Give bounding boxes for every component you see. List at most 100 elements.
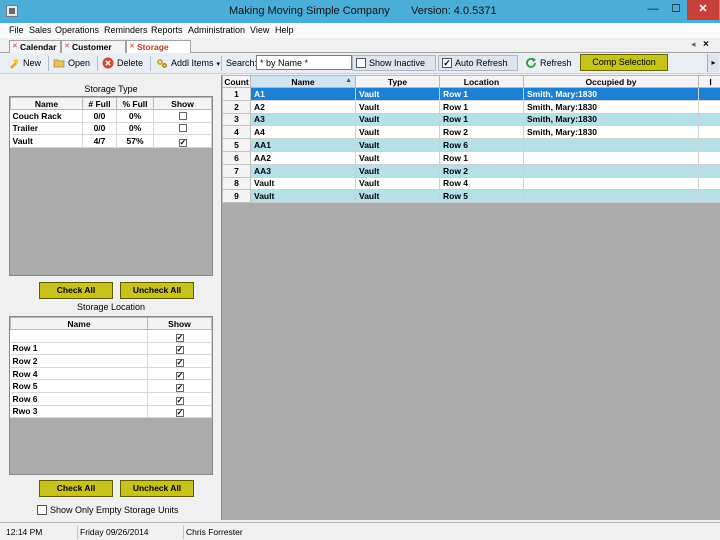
table-row[interactable] <box>10 329 212 343</box>
show-only-empty-checkbox[interactable]: Show Only Empty Storage Units <box>37 504 179 516</box>
table-row[interactable]: 8 Vault Vault Row 4 <box>222 176 720 191</box>
show-checkbox[interactable] <box>175 396 184 405</box>
show-checkbox[interactable] <box>175 384 184 393</box>
show-checkbox-cell <box>147 379 212 393</box>
show-checkbox[interactable] <box>178 138 187 147</box>
delete-button[interactable]: Delete <box>102 56 143 71</box>
show-inactive-check[interactable] <box>356 57 366 68</box>
column-header-count[interactable]: Count <box>222 75 251 88</box>
storage-units-grid: Count Name ▲ Type Location Occupied by I … <box>221 75 720 520</box>
menu-file[interactable]: File <box>9 25 24 35</box>
table-row[interactable]: Rwo 3 <box>10 405 212 419</box>
show-checkbox[interactable] <box>175 371 184 380</box>
column-header-name[interactable]: Name <box>10 317 148 330</box>
row-count: 6 <box>222 150 251 165</box>
tab-customer-list[interactable]: ✕ Customer List <box>61 40 126 64</box>
tab-calendar[interactable]: ✕ Calendar <box>9 40 61 53</box>
row-count: 2 <box>222 99 251 114</box>
unit-occupied-by <box>523 177 699 191</box>
unit-extra <box>698 189 720 204</box>
column-header-full[interactable]: # Full <box>82 97 117 110</box>
table-row[interactable]: 4 A4 Vault Row 2 Smith, Mary:1830 <box>222 125 720 140</box>
menu-reminders[interactable]: Reminders <box>104 25 148 35</box>
storage-type-pct: 0% <box>116 109 154 123</box>
show-only-empty-check[interactable] <box>37 504 47 515</box>
addl-items-button[interactable]: Addl Items ▾ <box>156 56 220 71</box>
column-header-name[interactable]: Name ▲ <box>250 75 356 88</box>
unit-occupied-by <box>523 151 699 165</box>
show-checkbox-cell <box>153 122 212 136</box>
table-row[interactable]: Row 6 <box>10 392 212 406</box>
table-row[interactable]: Row 5 <box>10 379 212 393</box>
table-row[interactable]: Row 1 <box>10 342 212 356</box>
new-button[interactable]: New <box>8 56 41 71</box>
storage-type-name: Trailer <box>10 122 83 136</box>
toolbar-overflow-icon[interactable]: ▸ <box>707 54 719 72</box>
close-tab-icon[interactable]: × <box>703 39 709 50</box>
row-count: 8 <box>222 176 251 191</box>
show-checkbox[interactable] <box>175 409 184 418</box>
table-row[interactable]: 5 AA1 Vault Row 6 <box>222 138 720 152</box>
app-icon[interactable] <box>6 5 18 17</box>
show-checkbox[interactable] <box>175 358 184 367</box>
column-header-pct-full[interactable]: % Full <box>116 97 154 110</box>
menu-sales[interactable]: Sales <box>29 25 52 35</box>
auto-refresh-checkbox[interactable]: Auto Refresh <box>438 55 518 71</box>
column-header-show[interactable]: Show <box>153 97 212 110</box>
table-row[interactable]: Couch Rack 0/0 0% <box>10 109 212 123</box>
close-button[interactable]: ✕ <box>687 0 719 20</box>
unit-occupied-by <box>523 138 699 152</box>
show-checkbox[interactable] <box>178 124 187 133</box>
refresh-button[interactable]: Refresh <box>525 56 572 71</box>
auto-refresh-check[interactable] <box>442 57 452 68</box>
table-row[interactable]: 2 A2 Vault Row 1 Smith, Mary:1830 <box>222 99 720 114</box>
row-count: 7 <box>222 163 251 178</box>
open-button[interactable]: Open <box>53 56 90 71</box>
menu-view[interactable]: View <box>250 25 269 35</box>
search-input[interactable] <box>256 55 352 70</box>
column-header-location[interactable]: Location <box>439 75 524 88</box>
table-row[interactable]: 6 AA2 Vault Row 1 <box>222 150 720 165</box>
menu-operations[interactable]: Operations <box>55 25 99 35</box>
storage-location-uncheck-all-button[interactable]: Uncheck All <box>120 480 194 497</box>
show-inactive-checkbox[interactable]: Show Inactive <box>352 55 436 71</box>
table-row[interactable]: Trailer 0/0 0% <box>10 122 212 136</box>
location-name: Row 2 <box>10 354 148 368</box>
show-checkbox[interactable] <box>175 346 184 355</box>
menu-reports[interactable]: Reports <box>151 25 183 35</box>
tab-close-icon[interactable]: ✕ <box>64 41 70 53</box>
comp-selection-button[interactable]: Comp Selection <box>580 54 668 71</box>
column-header-show[interactable]: Show <box>147 317 212 330</box>
tab-storage-units[interactable]: ✕ Storage Units <box>126 40 191 64</box>
maximize-button[interactable]: ☐ <box>663 0 689 20</box>
show-checkbox-cell <box>147 392 212 406</box>
table-row[interactable]: Row 2 <box>10 354 212 368</box>
toolbar-separator <box>150 56 151 71</box>
tab-scroll-left-icon[interactable]: ◂ <box>691 39 696 50</box>
show-checkbox[interactable] <box>175 333 184 342</box>
storage-type-check-all-button[interactable]: Check All <box>39 282 113 299</box>
table-row[interactable]: 9 Vault Vault Row 5 <box>222 189 720 204</box>
menu-help[interactable]: Help <box>275 25 294 35</box>
table-row[interactable]: Vault 4/7 57% <box>10 134 212 148</box>
column-header-extra[interactable]: I <box>698 75 720 88</box>
table-row[interactable]: 3 A3 Vault Row 1 Smith, Mary:1830 <box>222 112 720 127</box>
table-row[interactable]: 1 A1 Vault Row 1 Smith, Mary:1830 <box>222 87 720 101</box>
show-checkbox-cell <box>147 342 212 356</box>
row-count: 4 <box>222 125 251 140</box>
unit-type: Vault <box>355 87 440 101</box>
storage-type-uncheck-all-button[interactable]: Uncheck All <box>120 282 194 299</box>
row-count: 3 <box>222 112 251 127</box>
column-header-type[interactable]: Type <box>355 75 440 88</box>
tab-close-icon[interactable]: ✕ <box>129 41 135 53</box>
tab-close-icon[interactable]: ✕ <box>12 41 18 53</box>
storage-location-check-all-button[interactable]: Check All <box>39 480 113 497</box>
storage-type-full: 4/7 <box>82 134 117 148</box>
show-checkbox[interactable] <box>178 111 187 120</box>
column-header-name[interactable]: Name <box>10 97 83 110</box>
menu-administration[interactable]: Administration <box>188 25 245 35</box>
table-row[interactable]: Row 4 <box>10 367 212 381</box>
table-row[interactable]: 7 AA3 Vault Row 2 <box>222 163 720 178</box>
unit-extra <box>698 125 720 140</box>
column-header-occupied-by[interactable]: Occupied by <box>523 75 699 88</box>
